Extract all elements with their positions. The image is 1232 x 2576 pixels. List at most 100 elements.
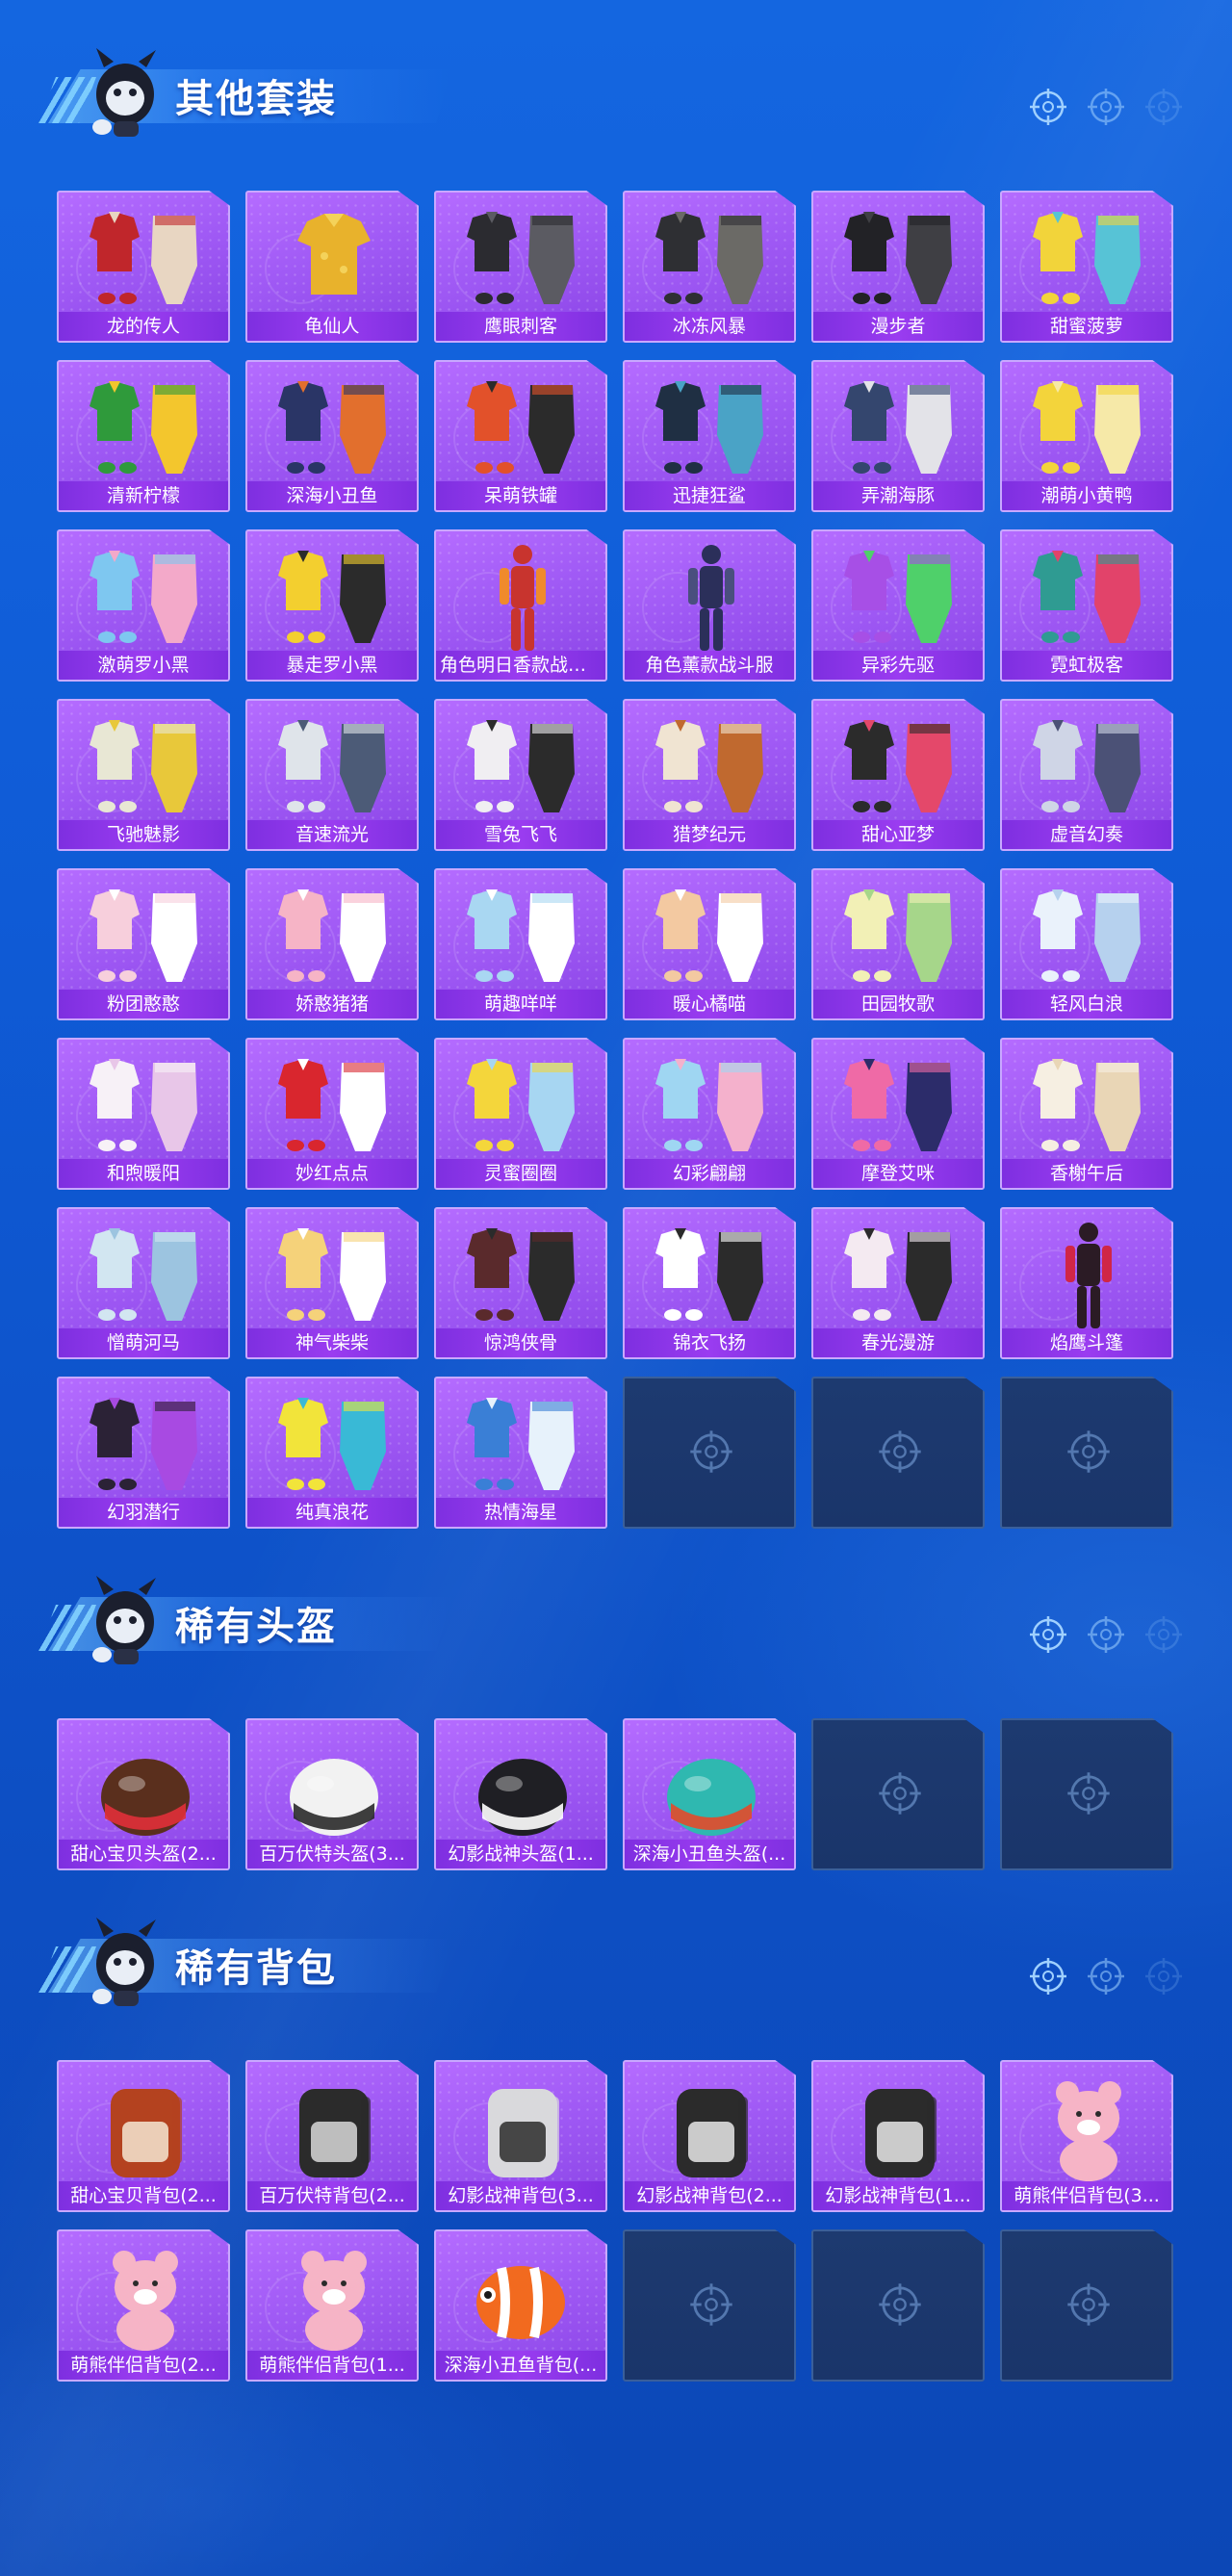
item-card[interactable]: 锦衣飞扬 xyxy=(623,1207,796,1359)
item-card[interactable]: 飞驰魅影 xyxy=(57,699,230,851)
item-image xyxy=(90,1059,197,1151)
item-card[interactable]: 神气柴柴 xyxy=(245,1207,419,1359)
item-card[interactable]: 香榭午后 xyxy=(1000,1038,1173,1190)
item-image xyxy=(1033,720,1141,812)
item-card[interactable]: 粉团憨憨 xyxy=(57,868,230,1020)
item-image xyxy=(1033,551,1141,643)
item-card[interactable]: 萌熊伴侣背包(3... xyxy=(1000,2060,1173,2212)
item-card[interactable]: 萌趣咩咩 xyxy=(434,868,607,1020)
item-image xyxy=(90,720,197,812)
item-image xyxy=(467,212,575,304)
item-label: 深海小丑鱼头盔(... xyxy=(625,1840,794,1868)
item-card[interactable]: 雪兔飞飞 xyxy=(434,699,607,851)
item-label: 和煦暖阳 xyxy=(59,1159,228,1188)
item-card[interactable]: 热情海星 xyxy=(434,1377,607,1529)
item-card[interactable]: 萌熊伴侣背包(2... xyxy=(57,2229,230,2382)
item-card[interactable]: 幻彩翩翩 xyxy=(623,1038,796,1190)
item-image xyxy=(90,381,197,474)
item-card[interactable]: 音速流光 xyxy=(245,699,419,851)
item-label: 萌熊伴侣背包(2... xyxy=(59,2351,228,2380)
item-card[interactable]: 激萌罗小黑 xyxy=(57,529,230,682)
item-card[interactable]: 摩登艾咪 xyxy=(811,1038,985,1190)
item-card[interactable]: 角色薰款战斗服 xyxy=(623,529,796,682)
item-card[interactable]: 暖心橘喵 xyxy=(623,868,796,1020)
item-image xyxy=(844,889,952,982)
item-image xyxy=(1033,889,1141,982)
item-card[interactable]: 潮萌小黄鸭 xyxy=(1000,360,1173,512)
item-card[interactable]: 冰冻风暴 xyxy=(623,191,796,343)
item-card[interactable]: 幻羽潜行 xyxy=(57,1377,230,1529)
item-image xyxy=(1033,381,1141,474)
item-card[interactable]: 萌熊伴侣背包(1... xyxy=(245,2229,419,2382)
item-image xyxy=(90,1228,197,1321)
item-label: 焰鹰斗篷 xyxy=(1002,1328,1171,1357)
item-card[interactable]: 深海小丑鱼 xyxy=(245,360,419,512)
crosshair-icon xyxy=(690,1430,732,1473)
item-card[interactable]: 清新柠檬 xyxy=(57,360,230,512)
item-label: 幻羽潜行 xyxy=(59,1498,228,1527)
item-image xyxy=(655,1059,763,1151)
empty-slot xyxy=(811,1718,985,1870)
item-label: 百万伏特头盔(3... xyxy=(247,1840,417,1868)
item-card[interactable]: 弄潮海豚 xyxy=(811,360,985,512)
item-card[interactable]: 迅捷狂鲨 xyxy=(623,360,796,512)
item-card[interactable]: 猎梦纪元 xyxy=(623,699,796,851)
empty-slot xyxy=(811,1377,985,1529)
item-card[interactable]: 漫步者 xyxy=(811,191,985,343)
crosshair-icon xyxy=(1030,1616,1066,1653)
item-card[interactable]: 幻影战神头盔(1... xyxy=(434,1718,607,1870)
item-card[interactable]: 甜心宝贝头盔(2... xyxy=(57,1718,230,1870)
item-label: 幻影战神背包(2... xyxy=(625,2181,794,2210)
item-label: 虚音幻奏 xyxy=(1002,820,1171,849)
item-image xyxy=(90,212,197,304)
item-image xyxy=(467,889,575,982)
section-title: 稀有背包 xyxy=(175,1946,337,1991)
item-card[interactable]: 龟仙人 xyxy=(245,191,419,343)
item-card[interactable]: 和煦暖阳 xyxy=(57,1038,230,1190)
item-image xyxy=(476,2266,565,2339)
item-card[interactable]: 幻影战神背包(1... xyxy=(811,2060,985,2212)
item-label: 轻风白浪 xyxy=(1002,990,1171,1018)
item-card[interactable]: 角色明日香款战斗服 xyxy=(434,529,607,682)
item-label: 甜蜜菠萝 xyxy=(1002,312,1171,341)
item-card[interactable]: 轻风白浪 xyxy=(1000,868,1173,1020)
item-card[interactable]: 春光漫游 xyxy=(811,1207,985,1359)
crosshair-icon xyxy=(879,1430,921,1473)
empty-slot xyxy=(623,2229,796,2382)
item-label: 灵蜜圈圈 xyxy=(436,1159,605,1188)
item-card[interactable]: 鹰眼刺客 xyxy=(434,191,607,343)
item-card[interactable]: 深海小丑鱼背包(... xyxy=(434,2229,607,2382)
item-image xyxy=(844,381,952,474)
item-card[interactable]: 焰鹰斗篷 xyxy=(1000,1207,1173,1359)
item-card[interactable]: 异彩先驱 xyxy=(811,529,985,682)
crosshair-icon xyxy=(1145,89,1182,125)
item-card[interactable]: 百万伏特背包(2... xyxy=(245,2060,419,2212)
item-card[interactable]: 幻影战神背包(3... xyxy=(434,2060,607,2212)
item-image xyxy=(655,381,763,474)
item-label: 热情海星 xyxy=(436,1498,605,1527)
item-card[interactable]: 龙的传人 xyxy=(57,191,230,343)
item-label: 纯真浪花 xyxy=(247,1498,417,1527)
item-image xyxy=(667,1759,756,1836)
item-card[interactable]: 虚音幻奏 xyxy=(1000,699,1173,851)
crosshair-icon xyxy=(1145,1616,1182,1653)
item-label: 神气柴柴 xyxy=(247,1328,417,1357)
item-card[interactable]: 呆萌铁罐 xyxy=(434,360,607,512)
item-card[interactable]: 幻影战神背包(2... xyxy=(623,2060,796,2212)
item-card[interactable]: 霓虹极客 xyxy=(1000,529,1173,682)
item-label: 萌趣咩咩 xyxy=(436,990,605,1018)
item-label: 深海小丑鱼 xyxy=(247,481,417,510)
item-card[interactable]: 深海小丑鱼头盔(... xyxy=(623,1718,796,1870)
item-card[interactable]: 妙红点点 xyxy=(245,1038,419,1190)
item-card[interactable]: 灵蜜圈圈 xyxy=(434,1038,607,1190)
item-card[interactable]: 甜心宝贝背包(2... xyxy=(57,2060,230,2212)
item-card[interactable]: 百万伏特头盔(3... xyxy=(245,1718,419,1870)
item-card[interactable]: 娇憨猪猪 xyxy=(245,868,419,1020)
item-card[interactable]: 甜蜜菠萝 xyxy=(1000,191,1173,343)
item-card[interactable]: 甜心亚梦 xyxy=(811,699,985,851)
item-card[interactable]: 惊鸿侠骨 xyxy=(434,1207,607,1359)
item-card[interactable]: 纯真浪花 xyxy=(245,1377,419,1529)
item-card[interactable]: 暴走罗小黑 xyxy=(245,529,419,682)
item-card[interactable]: 憎萌河马 xyxy=(57,1207,230,1359)
item-card[interactable]: 田园牧歌 xyxy=(811,868,985,1020)
